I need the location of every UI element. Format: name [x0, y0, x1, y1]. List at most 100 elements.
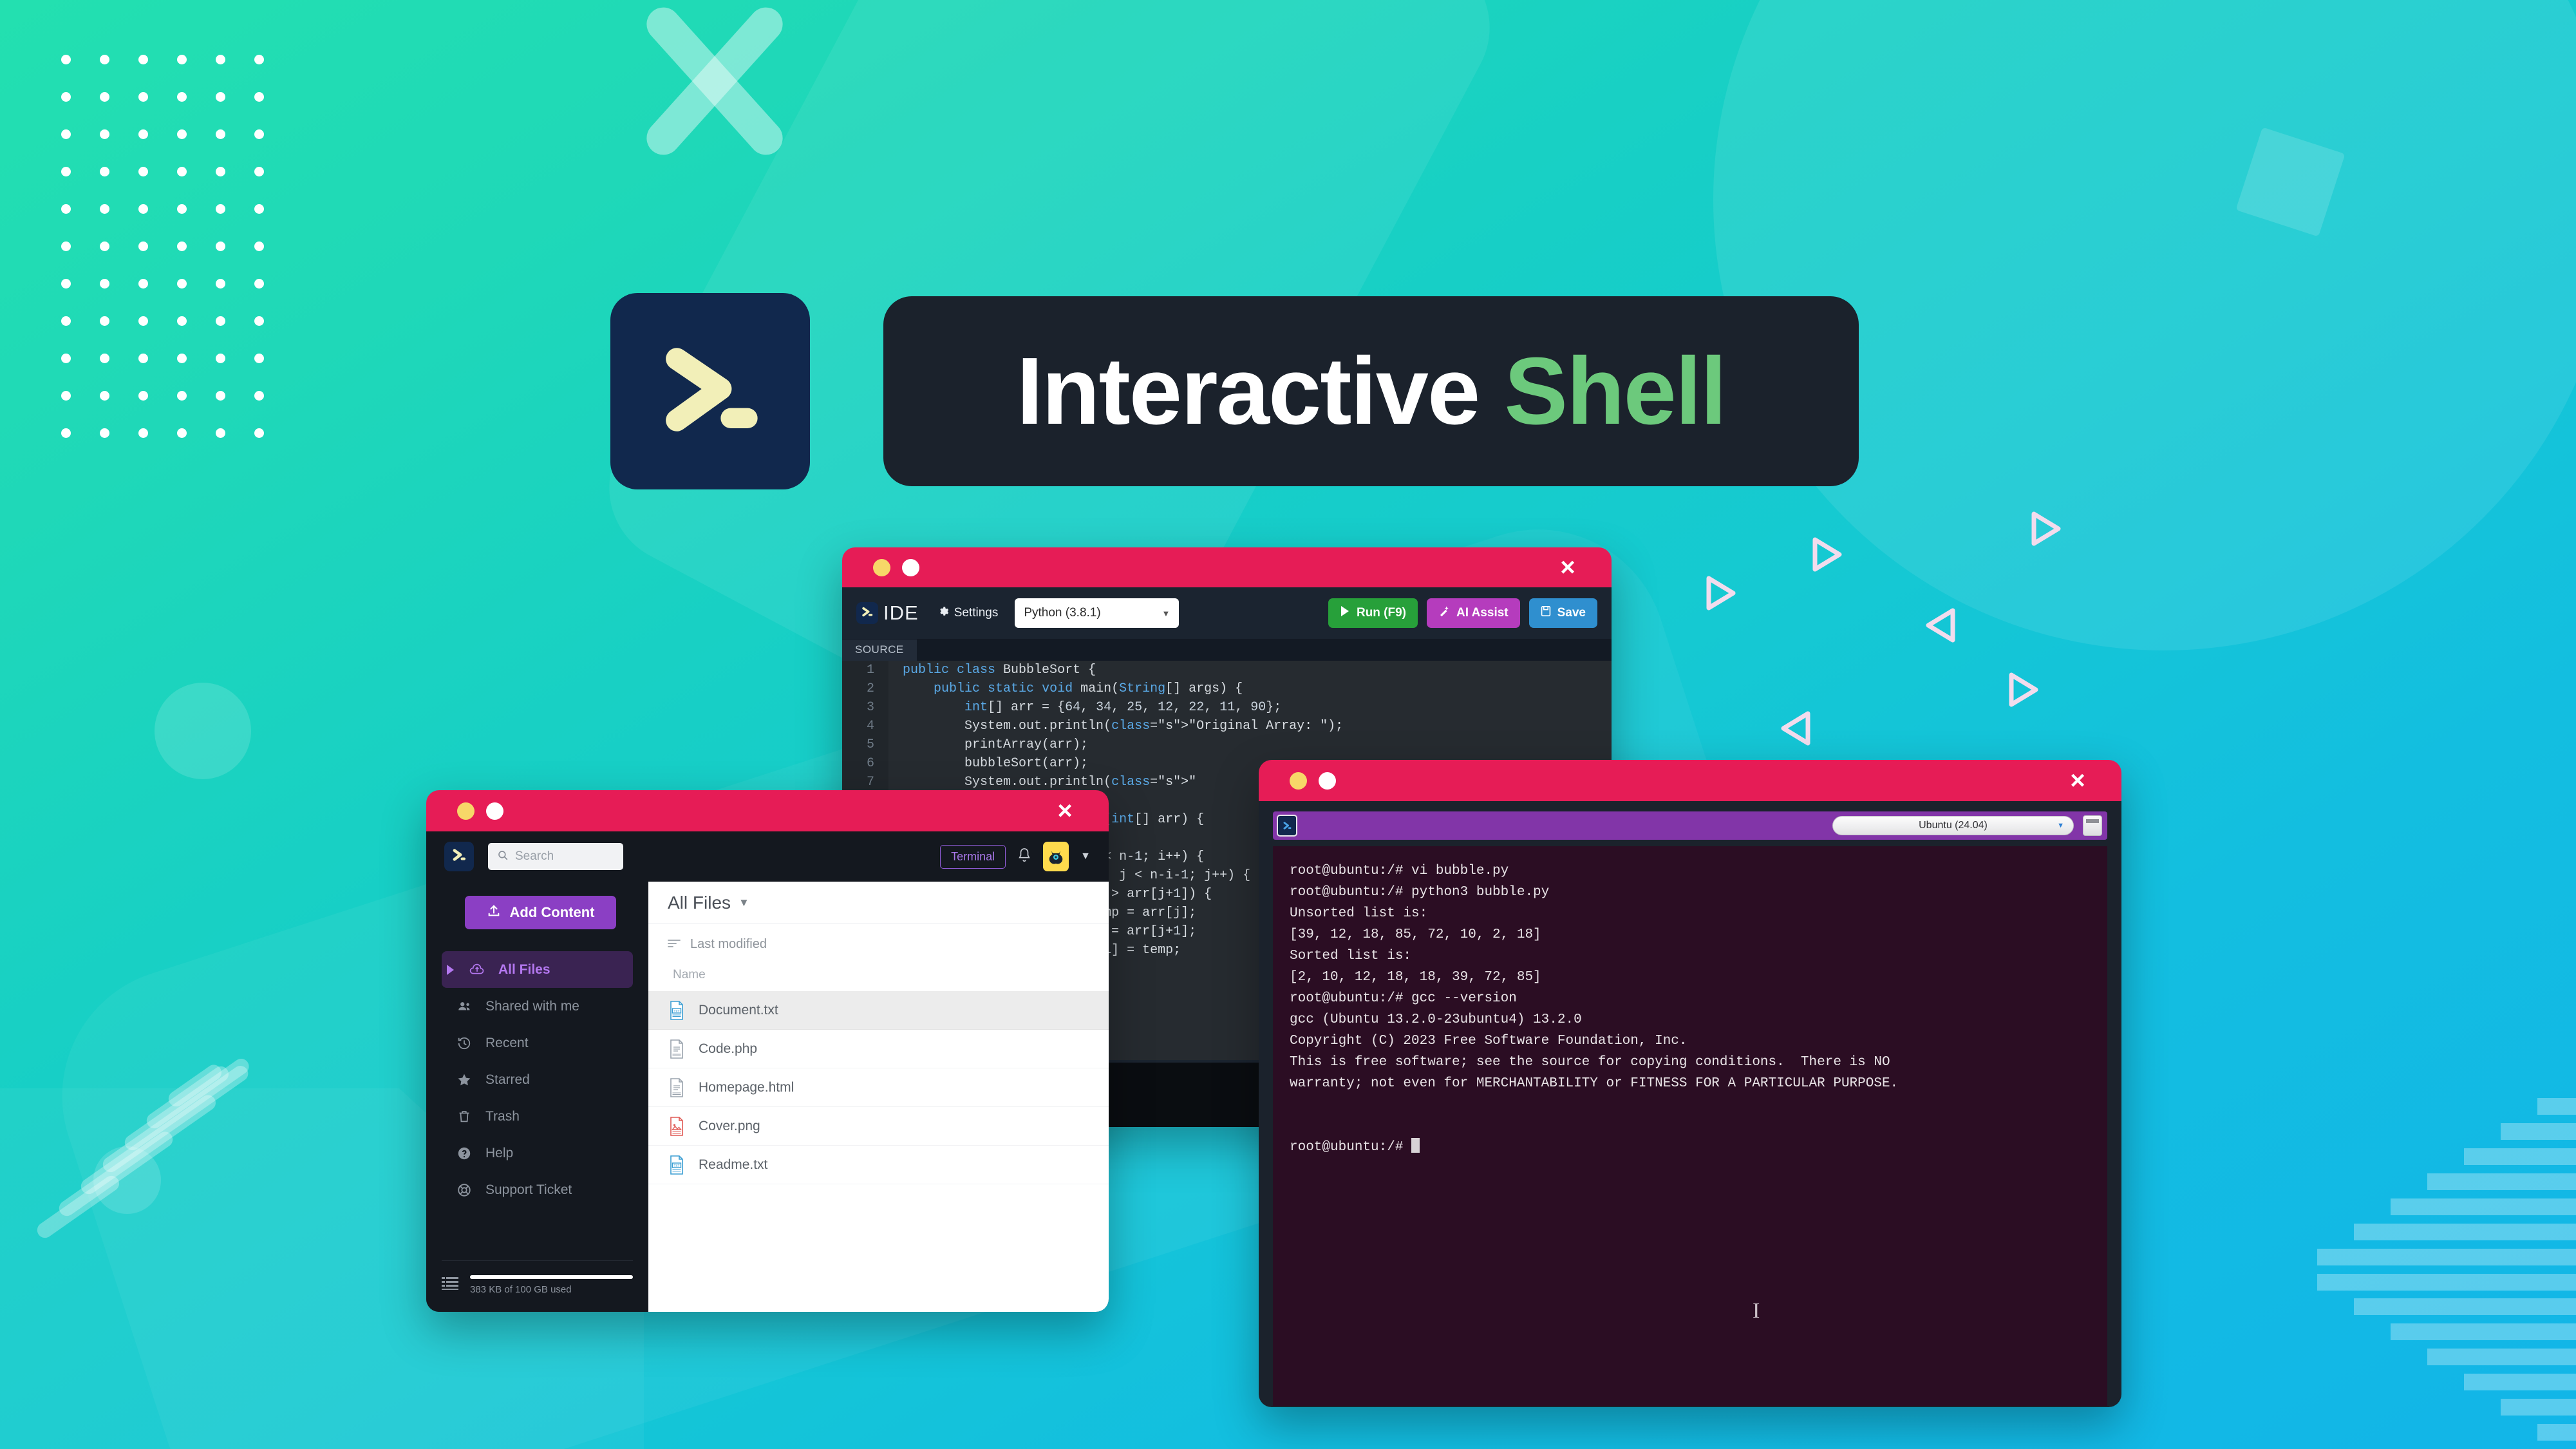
file-row[interactable]: TXT Readme.txt [648, 1146, 1109, 1184]
file-row[interactable]: Homepage.html [648, 1068, 1109, 1107]
window-icon[interactable] [2083, 815, 2102, 836]
terminal-toolbar: Ubuntu (24.04) ▼ [1273, 811, 2107, 840]
terminal-traffic-lights[interactable] [1290, 772, 1336, 790]
striped-diamond-decoration [2299, 1098, 2576, 1449]
code-text: System.out.println(class="s">"Original A… [903, 719, 1344, 734]
question-circle-icon [456, 1146, 473, 1161]
ide-action-buttons: Run (F9) AI Assist Save [1328, 598, 1597, 628]
file-manager-body: Search Terminal ▼ Add Content All Files … [426, 831, 1109, 1312]
file-row[interactable]: Cover.png [648, 1107, 1109, 1146]
ai-assist-button[interactable]: AI Assist [1427, 598, 1520, 628]
stripe [2501, 1399, 2576, 1416]
sidebar-item-help[interactable]: Help [442, 1135, 633, 1171]
sidebar-item-recent[interactable]: Recent [442, 1025, 633, 1061]
terminal-line: This is free software; see the source fo… [1290, 1055, 1890, 1070]
minimize-dot[interactable] [873, 558, 890, 576]
maximize-dot[interactable] [902, 558, 919, 576]
sidebar-item-shared-with-me[interactable]: Shared with me [442, 988, 633, 1025]
terminal-titlebar[interactable]: × [1259, 760, 2121, 801]
chevron-down-icon[interactable]: ▼ [1080, 851, 1091, 862]
add-content-button[interactable]: Add Content [465, 896, 616, 929]
terminal-screen[interactable]: root@ubuntu:/# vi bubble.py root@ubuntu:/… [1273, 846, 2107, 1406]
file-name: Code.php [699, 1041, 758, 1056]
sort-control[interactable]: Last modified [648, 924, 1109, 964]
minimize-dot[interactable] [457, 802, 475, 820]
dot [138, 354, 148, 363]
bell-icon[interactable] [1017, 848, 1031, 866]
stripe [2391, 1323, 2576, 1341]
dot [177, 129, 187, 139]
sidebar-item-starred[interactable]: Starred [442, 1061, 633, 1098]
dot [100, 204, 109, 214]
ai-assist-label: AI Assist [1456, 606, 1509, 620]
sidebar-item-label: All Files [498, 961, 550, 977]
sidebar-item-label: Shared with me [485, 998, 579, 1014]
dot [61, 391, 71, 401]
brand-logo-tile [610, 293, 810, 489]
dot [100, 428, 109, 438]
dot [138, 391, 148, 401]
file-list-header[interactable]: All Files ▼ [648, 882, 1109, 924]
os-select[interactable]: Ubuntu (24.04) ▼ [1832, 816, 2074, 835]
terminal-button[interactable]: Terminal [940, 844, 1006, 869]
chevron-down-icon[interactable]: ▼ [738, 896, 749, 909]
txt-file-icon: TXT [668, 1155, 686, 1175]
dot [177, 167, 187, 176]
code-text: printArray(arr); [903, 737, 1089, 752]
dot [216, 279, 225, 289]
dot [177, 428, 187, 438]
sidebar-item-label: Recent [485, 1035, 529, 1050]
file-manager-window[interactable]: × Search Terminal ▼ Add Content All File… [426, 790, 1109, 1312]
stripe [2391, 1198, 2576, 1215]
dot [254, 316, 264, 326]
file-name: Homepage.html [699, 1079, 794, 1095]
dot [138, 242, 148, 251]
page-title-accent: Shell [1504, 337, 1727, 444]
source-tab[interactable]: SOURCE [842, 639, 1612, 661]
dot [216, 92, 225, 102]
terminal-window[interactable]: × Ubuntu (24.04) ▼ root@ubuntu:/# vi bub… [1259, 760, 2121, 1407]
file-row[interactable]: Code.php [648, 1030, 1109, 1068]
dot [216, 316, 225, 326]
stripe [2537, 1098, 2576, 1115]
dot [138, 428, 148, 438]
cloud-upload-icon [469, 962, 485, 978]
page-title: Interactive Shell [1017, 343, 1727, 439]
ide-titlebar[interactable]: × [842, 547, 1612, 587]
language-select[interactable]: Python (3.8.1) ▼ [1015, 598, 1180, 628]
sidebar-item-label: Support Ticket [485, 1182, 572, 1197]
file-manager-traffic-lights[interactable] [457, 802, 503, 820]
sidebar-item-trash[interactable]: Trash [442, 1098, 633, 1135]
triangle-icon [1922, 605, 1962, 645]
triangle-icon [2002, 670, 2042, 710]
storage-progress-bar [470, 1275, 633, 1279]
file-manager-titlebar[interactable]: × [426, 790, 1109, 831]
maximize-dot[interactable] [486, 802, 503, 820]
add-content-label: Add Content [509, 904, 595, 920]
page-title-plate: Interactive Shell [883, 296, 1859, 486]
terminal-line: root@ubuntu:/# gcc --version [1290, 991, 1517, 1006]
avatar[interactable] [1043, 842, 1069, 871]
search-input[interactable]: Search [488, 843, 623, 870]
save-button[interactable]: Save [1528, 598, 1597, 628]
ide-close-button[interactable]: × [1555, 554, 1581, 580]
file-name: Cover.png [699, 1118, 760, 1133]
search-icon [497, 849, 509, 864]
maximize-dot[interactable] [1319, 772, 1336, 790]
run-button[interactable]: Run (F9) [1328, 598, 1418, 628]
minimize-dot[interactable] [1290, 772, 1307, 790]
dot [254, 167, 264, 176]
stripe [2354, 1223, 2576, 1240]
triangle-icon [1777, 708, 1817, 748]
magic-wand-icon [1438, 605, 1450, 621]
ide-traffic-lights[interactable] [873, 558, 919, 576]
sidebar-item-all-files[interactable]: All Files [442, 951, 633, 988]
ide-settings-button[interactable]: Settings [938, 606, 998, 621]
file-row[interactable]: TXT Document.txt [648, 991, 1109, 1030]
file-manager-close-button[interactable]: × [1052, 798, 1078, 824]
sidebar-item-support-ticket[interactable]: Support Ticket [442, 1171, 633, 1208]
sidebar-item-label: Trash [485, 1108, 520, 1124]
terminal-close-button[interactable]: × [2065, 768, 2091, 793]
terminal-line: root@ubuntu:/# vi bubble.py [1290, 864, 1509, 878]
dot [177, 279, 187, 289]
